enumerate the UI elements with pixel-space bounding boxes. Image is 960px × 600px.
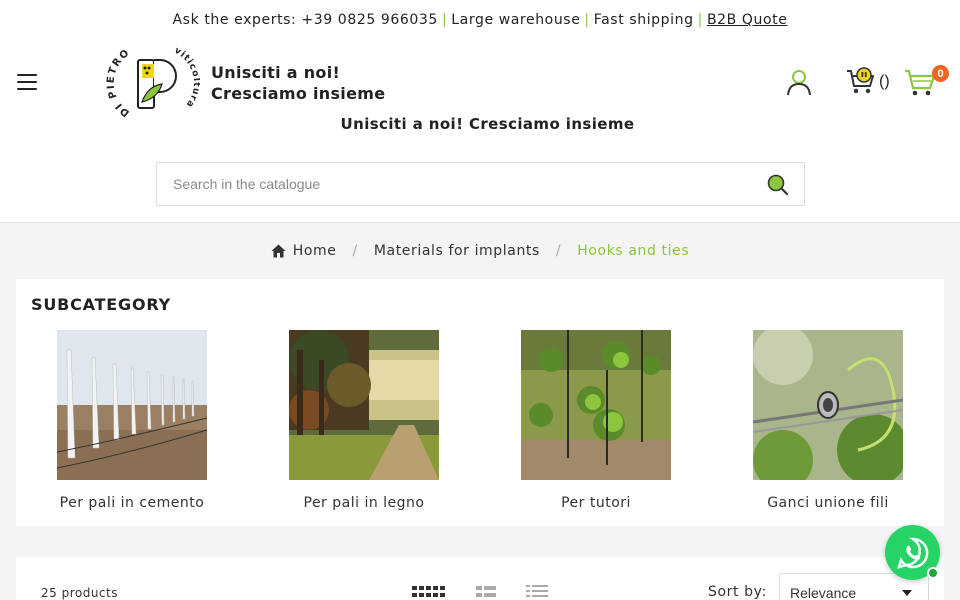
- subcategory-item-wood-posts[interactable]: Per pali in legno: [264, 330, 464, 511]
- home-icon: [271, 244, 286, 258]
- separator: |: [697, 12, 703, 28]
- separator: |: [584, 12, 590, 28]
- breadcrumb-separator: /: [555, 243, 562, 259]
- subcategory-label[interactable]: Per pali in cemento: [32, 495, 232, 511]
- subcategory-title: SUBCATEGORY: [31, 295, 172, 314]
- tagline-center: Unisciti a noi! Cresciamo insieme: [340, 115, 635, 133]
- search-box: [156, 162, 805, 206]
- breadcrumb: Home / Materials for implants / Hooks an…: [0, 238, 960, 264]
- subcategory-item-cement-posts[interactable]: Per pali in cemento: [32, 330, 232, 511]
- subcategory-label[interactable]: Per tutori: [496, 495, 696, 511]
- search-icon[interactable]: [766, 173, 790, 197]
- online-status-dot: [927, 567, 939, 579]
- separator: |: [441, 12, 448, 28]
- breadcrumb-home[interactable]: Home: [271, 243, 337, 259]
- sort-selected-value: Relevance: [790, 585, 857, 600]
- search-input[interactable]: [157, 163, 747, 205]
- large-list-view-icon[interactable]: [474, 583, 510, 599]
- breadcrumb-materials[interactable]: Materials for implants: [374, 243, 540, 259]
- experts-phone-text: Ask the experts: +39 0825 966035: [172, 12, 438, 28]
- svg-text:DI PIETRO: DI PIETRO: [106, 47, 133, 118]
- quote-cart-button[interactable]: (): [845, 66, 890, 98]
- logo-text-brand: DI PIETRO: [106, 47, 131, 118]
- breadcrumb-current: Hooks and ties: [577, 243, 690, 259]
- b2b-quote-link[interactable]: B2B Quote: [707, 12, 788, 28]
- products-toolbar: 25 products Sort by: Relevance: [16, 557, 944, 600]
- shipping-text: Fast shipping: [593, 12, 694, 28]
- subcategory-item-stakes[interactable]: Per tutori: [496, 330, 696, 511]
- subcategory-panel: SUBCATEGORY Per pali in cemento Per pali…: [16, 279, 944, 526]
- products-count: 25 products: [41, 586, 118, 600]
- hamburger-menu-icon[interactable]: [17, 74, 37, 90]
- subcategory-label[interactable]: Per pali in legno: [264, 495, 464, 511]
- site-logo[interactable]: DI PIETRO viticoltura: [104, 46, 201, 120]
- subcategory-image[interactable]: [289, 330, 439, 480]
- sort-by-label: Sort by:: [708, 584, 767, 600]
- breadcrumb-home-label: Home: [292, 243, 337, 259]
- header-tagline: Unisciti a noi! Cresciamo insieme: [211, 62, 385, 104]
- tagline-line-1: Unisciti a noi!: [211, 63, 341, 82]
- grid-view-icon[interactable]: [412, 583, 448, 599]
- subcategory-label[interactable]: Ganci unione fili: [728, 495, 928, 511]
- subcategory-image[interactable]: [753, 330, 903, 480]
- subcategory-item-wire-joiners[interactable]: Ganci unione fili: [728, 330, 928, 511]
- subcategory-image[interactable]: [57, 330, 207, 480]
- top-info-bar: Ask the experts: +39 0825 966035 | Large…: [0, 0, 960, 40]
- user-icon[interactable]: [785, 68, 813, 96]
- warehouse-text: Large warehouse: [451, 12, 581, 28]
- compact-list-view-icon[interactable]: [524, 583, 560, 599]
- quote-cart-icon: [847, 67, 874, 94]
- tagline-line-2: Cresciamo insieme: [211, 84, 386, 103]
- chevron-down-icon: [902, 590, 912, 596]
- quote-cart-count: (): [879, 73, 890, 90]
- breadcrumb-separator: /: [352, 243, 358, 259]
- cart-count-badge: 0: [932, 65, 949, 82]
- subcategory-image[interactable]: [521, 330, 671, 480]
